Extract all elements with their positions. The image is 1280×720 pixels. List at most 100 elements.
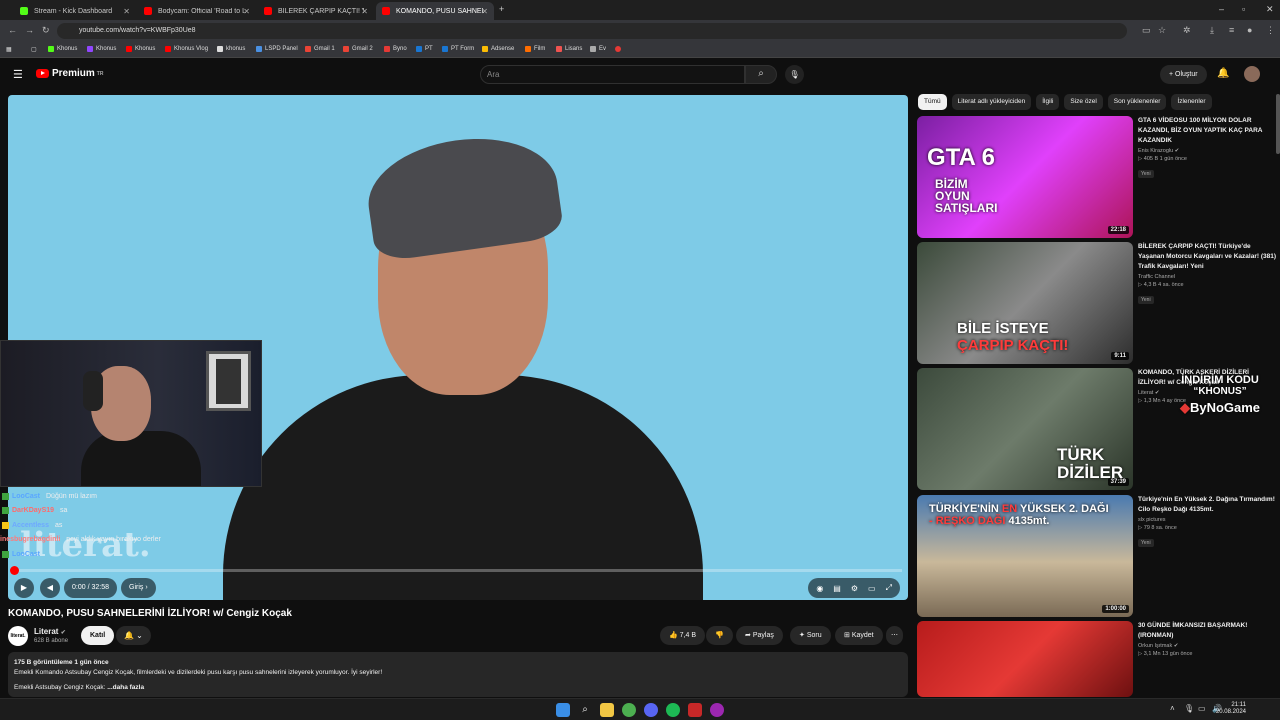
profile-icon[interactable]: ● (1247, 25, 1252, 35)
theater-mode-icon[interactable]: ▭ (868, 584, 876, 593)
system-clock[interactable]: 21:11 20.08.2024 (1216, 702, 1246, 716)
close-icon[interactable]: ✕ (123, 7, 130, 16)
chip-from-uploader[interactable]: Literat adlı yükleyiciden (951, 94, 1032, 110)
discord-icon[interactable] (644, 703, 658, 717)
bookmark-item[interactable]: khonus (217, 46, 245, 52)
maximize-icon[interactable]: ▫ (1242, 4, 1245, 14)
description-box[interactable]: 175 B görüntüleme 1 gün önce Emekli Koma… (8, 652, 908, 697)
taskbar-search-icon[interactable]: ⌕ (578, 703, 592, 717)
play-button[interactable]: ▶ (14, 578, 34, 598)
menu-icon[interactable]: ⋮ (1266, 25, 1275, 36)
bookmark-star-icon[interactable]: ☆ (1158, 25, 1166, 36)
bookmark-item[interactable]: Gmail 1 (305, 46, 335, 52)
bookmark-item[interactable]: Byno (384, 46, 407, 52)
save-button[interactable]: ⊞ Kaydet (835, 626, 883, 645)
browser-tab[interactable]: BİLEREK ÇARPIP KAÇTI! Türkiye'✕ (258, 2, 374, 20)
recommended-video[interactable]: GTA 6 BİZİM OYUN SATIŞLARI 22:18 GTA 6 VİD… (917, 116, 1277, 238)
bookmark-item[interactable]: Khonus (87, 46, 116, 52)
more-actions-button[interactable]: ⋯ (886, 626, 903, 645)
show-more-link[interactable]: ...daha fazla (107, 684, 144, 691)
subtitles-icon[interactable]: ▤ (833, 584, 841, 593)
video-thumbnail[interactable]: TÜRKİYE'NİN EN YÜKSEK 2. DAĞI - REŞKO DAĞ… (917, 495, 1133, 617)
account-avatar[interactable] (1244, 66, 1260, 82)
video-thumbnail[interactable] (917, 621, 1133, 697)
spotify-icon[interactable] (666, 703, 680, 717)
chip-recent[interactable]: Son yüklenenler (1107, 94, 1167, 110)
download-icon[interactable]: ⤓ (1210, 25, 1214, 36)
chip-for-you[interactable]: Size özel (1064, 94, 1103, 110)
sparkle-icon: ✦ (799, 632, 805, 639)
notifications-bell-icon[interactable]: 🔔 (1217, 68, 1229, 79)
progress-knob[interactable] (10, 566, 19, 575)
like-button[interactable]: 👍 7,4 B (660, 626, 706, 645)
progress-bar[interactable] (10, 566, 902, 575)
bookmark-item[interactable]: Lisans (556, 46, 582, 52)
browser-tab-active[interactable]: KOMANDO, PUSU SAHNELERİNİ✕ (376, 2, 494, 20)
browser-tab[interactable]: Bodycam: Official 'Road to Lock'✕ (138, 2, 256, 20)
channel-name[interactable]: Literat ✔ (34, 627, 66, 636)
new-tab-icon[interactable]: + (499, 4, 504, 14)
video-thumbnail[interactable]: TÜRK DİZİLER 37:39 (917, 368, 1133, 490)
close-icon[interactable]: ✕ (481, 7, 488, 16)
subscription-bell-button[interactable]: 🔔 ⌄ (116, 626, 151, 645)
bookmark-item[interactable]: LSPD Panel (256, 46, 298, 52)
volume-icon[interactable]: ◀ (40, 578, 60, 598)
tray-mic-icon[interactable]: 🎙 (1184, 704, 1194, 713)
settings-gear-icon[interactable]: ⚙ (851, 584, 858, 593)
obs-icon[interactable] (710, 703, 724, 717)
extensions-icon[interactable]: ✲ (1183, 25, 1191, 36)
tab-title: Bodycam: Official 'Road to Lock' (158, 7, 246, 15)
recommended-video[interactable]: TÜRKİYE'NİN EN YÜKSEK 2. DAĞI - REŞKO DAĞ… (917, 495, 1277, 617)
video-thumbnail[interactable]: BİLE İSTEYE ÇARPIP KAÇTI! 9:11 (917, 242, 1133, 364)
back-icon[interactable]: ← (8, 25, 17, 35)
bookmark-item[interactable]: PT (416, 46, 433, 52)
create-button[interactable]: + Oluştur (1160, 65, 1207, 84)
bookmark-item[interactable]: Khonus Vlog (165, 46, 208, 52)
chip-watched[interactable]: İzlenenler (1171, 94, 1212, 110)
url-input[interactable]: youtube.com/watch?v=KWBFp30Ue8 (57, 23, 1127, 39)
file-explorer-icon[interactable] (600, 703, 614, 717)
video-thumbnail[interactable]: GTA 6 BİZİM OYUN SATIŞLARI 22:18 (917, 116, 1133, 238)
close-icon[interactable]: ✕ (243, 7, 250, 16)
search-input[interactable]: Ara (480, 65, 745, 84)
reload-icon[interactable]: ↻ (42, 25, 50, 36)
join-button[interactable]: Katıl (81, 626, 115, 645)
start-menu-icon[interactable] (556, 703, 570, 717)
close-window-icon[interactable]: ✕ (1266, 4, 1274, 15)
bookmark-item[interactable]: Gmail 2 (343, 46, 373, 52)
location-icon[interactable] (615, 46, 624, 52)
hamburger-menu-icon[interactable]: ☰ (13, 68, 23, 81)
recommended-video[interactable]: 30 GÜNDE İMKANSIZI BAŞARMAK! (IRONMAN) Or… (917, 621, 1277, 697)
tray-chevron-icon[interactable]: ˄ (1170, 704, 1175, 713)
network-icon[interactable]: ▭ (1198, 704, 1206, 713)
minimize-icon[interactable]: – (1219, 4, 1224, 14)
reading-list-icon[interactable]: ≡ (1229, 25, 1234, 35)
autoplay-toggle-icon[interactable]: ◉ (816, 584, 823, 593)
share-button[interactable]: ➦ Paylaş (736, 626, 783, 645)
bookmark-item[interactable]: Khonus (126, 46, 155, 52)
browser-tab[interactable]: Stream - Kick Dashboard ✕ (14, 2, 136, 20)
dislike-button[interactable]: 👎 (706, 626, 733, 645)
bookmark-item[interactable]: Film (525, 46, 545, 52)
cast-icon[interactable]: ▭ (1142, 25, 1151, 36)
forward-icon[interactable]: → (25, 25, 34, 35)
bookmark-item[interactable]: Khonus (48, 46, 77, 52)
chip-all[interactable]: Tümü (918, 94, 947, 110)
chapter-button[interactable]: Giriş › (121, 578, 156, 598)
voice-search-button[interactable]: 🎙 (785, 65, 804, 84)
bookmark-item[interactable]: PT Form (442, 46, 474, 52)
app-icon[interactable] (688, 703, 702, 717)
ask-button[interactable]: ✦ Soru (790, 626, 831, 645)
channel-avatar[interactable]: literat. (8, 626, 28, 646)
fullscreen-icon[interactable]: ⤢ (886, 583, 892, 593)
bookmark-item[interactable]: Ev (590, 46, 606, 52)
chip-related[interactable]: İlgili (1036, 94, 1060, 110)
chrome-icon[interactable] (622, 703, 636, 717)
search-button[interactable]: ⌕ (745, 65, 777, 84)
apps-icon[interactable]: ▦ (6, 46, 12, 53)
youtube-logo[interactable]: Premium TR (36, 68, 103, 79)
close-icon[interactable]: ✕ (361, 7, 368, 16)
bookmark-folder-icon[interactable]: ▢ (31, 46, 37, 53)
bookmark-item[interactable]: Adsense (482, 46, 514, 52)
recommended-video[interactable]: BİLE İSTEYE ÇARPIP KAÇTI! 9:11 BİLEREK ÇA… (917, 242, 1277, 364)
